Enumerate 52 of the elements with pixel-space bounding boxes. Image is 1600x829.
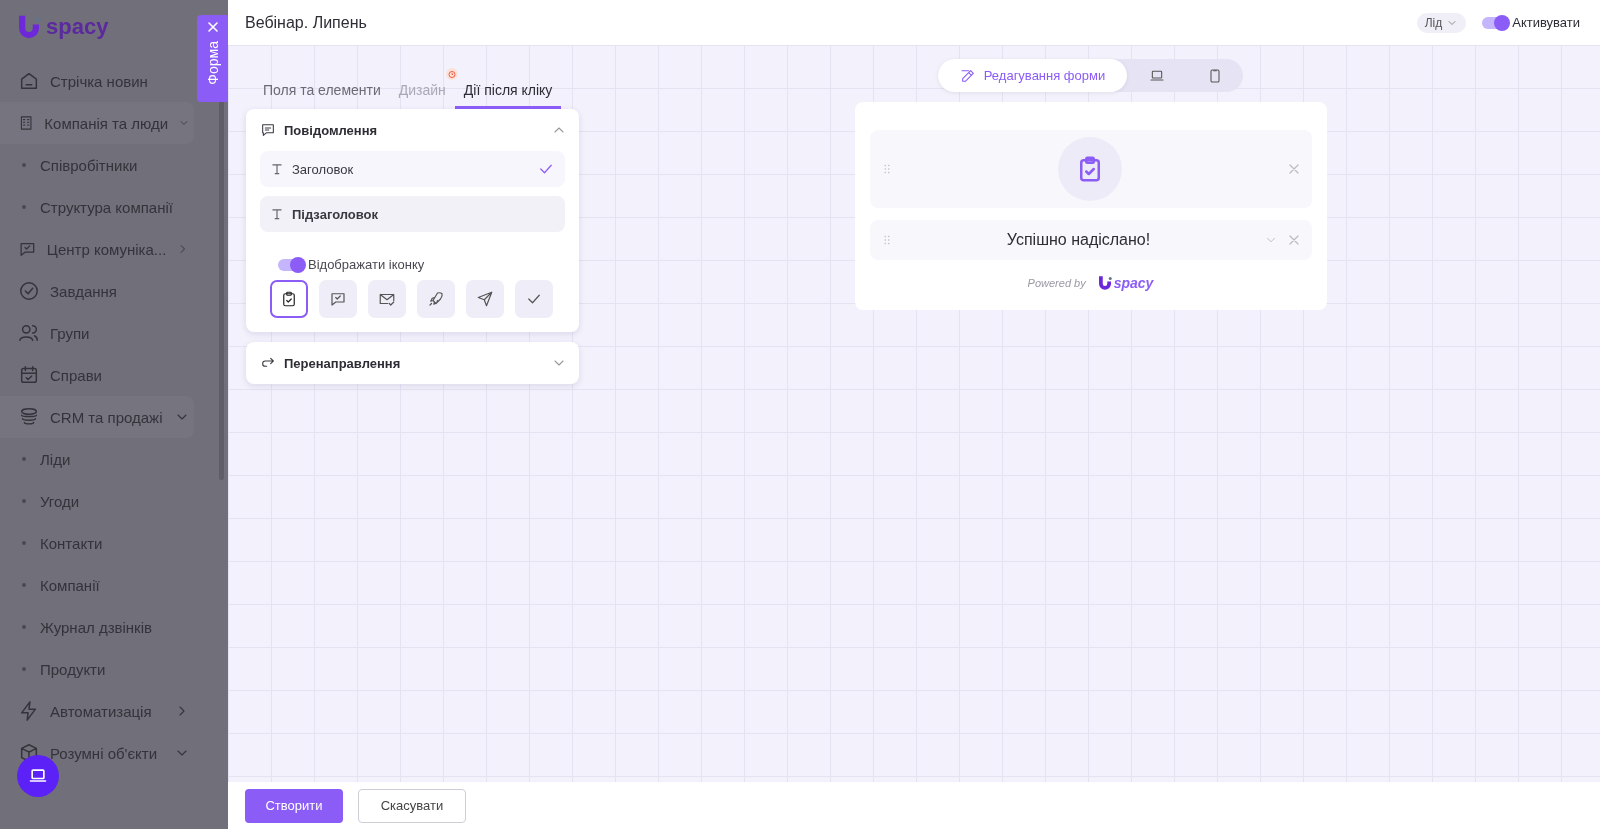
clipboard-icon	[280, 290, 298, 308]
entity-dropdown[interactable]: Лід	[1416, 12, 1467, 33]
icon-option[interactable]	[417, 280, 455, 318]
drawer-tab[interactable]: Форма	[197, 15, 228, 102]
chat-icon	[329, 290, 347, 308]
message-icon	[260, 122, 276, 138]
sidebar-item[interactable]: Групи	[0, 312, 194, 354]
powered-by-text: Powered by	[1027, 277, 1086, 289]
sidebar-subitem[interactable]: Співробітники	[0, 144, 228, 186]
rocket-icon	[427, 290, 445, 308]
sidebar-subitem[interactable]: Структура компанії	[0, 186, 228, 228]
people-icon	[18, 322, 40, 344]
icon-option[interactable]	[466, 280, 504, 318]
sidebar-item[interactable]: Завдання	[0, 270, 194, 312]
sidebar-subitem[interactable]: Компанії	[0, 564, 228, 606]
text-icon	[270, 207, 284, 221]
sidebar-item[interactable]: Стрічка новин	[0, 60, 194, 102]
sidebar-item[interactable]: CRM та продажі	[0, 396, 194, 438]
icon-option[interactable]	[368, 280, 406, 318]
create-button[interactable]: Створити	[245, 788, 343, 823]
field-option[interactable]: Підзаголовок	[260, 196, 565, 232]
sidebar-item[interactable]: Автоматизація	[0, 690, 194, 732]
section-header[interactable]: Перенаправлення	[246, 342, 579, 384]
calendar-icon	[18, 364, 40, 386]
check-icon	[18, 280, 40, 302]
show-icon-toggle[interactable]	[278, 258, 304, 271]
toggle-label: Активувати	[1512, 15, 1580, 30]
icon-option[interactable]	[270, 280, 308, 318]
sidebar-item[interactable]: Центр комуніка...	[0, 228, 194, 270]
tab[interactable]: Поля та елементи	[254, 82, 390, 109]
send-icon	[476, 290, 494, 308]
toggle-label: Відображати іконку	[308, 257, 425, 272]
field-option[interactable]: Заголовок	[260, 151, 565, 187]
page-title: Вебінар. Липень	[245, 13, 368, 32]
sidebar-subitem[interactable]: Контакти	[0, 522, 228, 564]
coins-icon	[18, 406, 40, 428]
sidebar-item[interactable]: Справи	[0, 354, 194, 396]
mode-tab[interactable]: Редагування форми	[937, 59, 1128, 92]
logo-text: spacy	[46, 14, 109, 40]
sidebar-item[interactable]: Компанія та люди	[0, 102, 194, 144]
section-header[interactable]: Повідомлення	[246, 109, 579, 151]
sidebar-subitem[interactable]: Ліди	[0, 438, 228, 480]
cancel-button[interactable]: Скасувати	[358, 788, 466, 823]
sidebar-subitem[interactable]: Угоди	[0, 480, 228, 522]
activate-toggle[interactable]	[1482, 16, 1509, 29]
logo-text: spacy	[1113, 275, 1154, 291]
success-message: Успішно надіслано!	[1006, 230, 1151, 250]
sidebar-subitem[interactable]: Продукти	[0, 648, 228, 690]
pencil-icon	[959, 67, 976, 84]
text-icon	[270, 162, 284, 176]
home-icon	[18, 70, 40, 92]
sidebar-subitem[interactable]: Журнал дзвінків	[0, 606, 228, 648]
